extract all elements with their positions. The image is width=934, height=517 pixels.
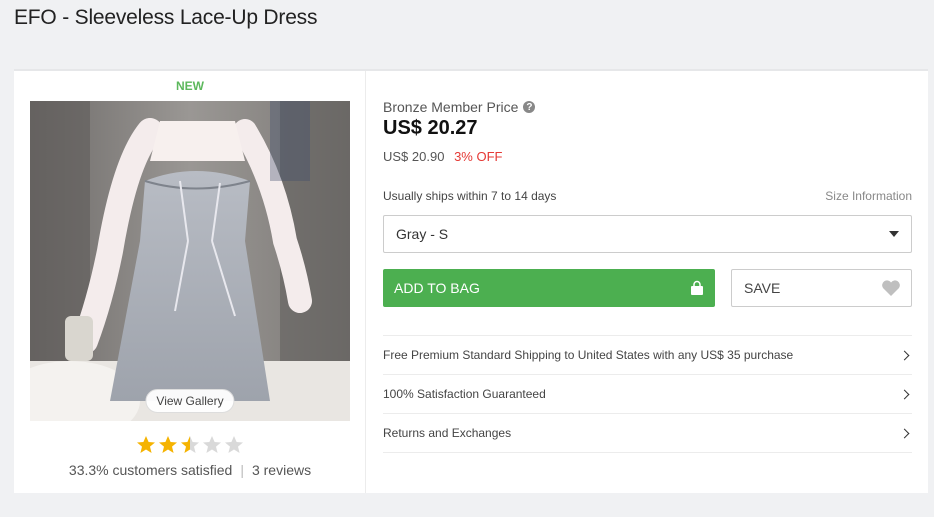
product-photo[interactable]: View Gallery bbox=[30, 101, 350, 421]
product-card: NEW View Gallery 33.3% customers satisfi… bbox=[14, 69, 928, 493]
star-icon bbox=[203, 436, 221, 453]
caret-down-icon bbox=[889, 231, 899, 237]
separator: | bbox=[240, 462, 244, 478]
info-row-shipping[interactable]: Free Premium Standard Shipping to United… bbox=[383, 336, 912, 375]
info-row-satisfaction[interactable]: 100% Satisfaction Guaranteed bbox=[383, 375, 912, 414]
ship-note: Usually ships within 7 to 14 days bbox=[383, 189, 557, 203]
product-details: Bronze Member Price ? US$ 20.27 US$ 20.9… bbox=[383, 71, 912, 493]
original-price: US$ 20.90 bbox=[383, 149, 445, 164]
save-button[interactable]: SAVE bbox=[731, 269, 912, 307]
view-gallery-button[interactable]: View Gallery bbox=[145, 389, 235, 413]
reviews-link[interactable]: 3 reviews bbox=[252, 462, 311, 478]
rating-summary: 33.3% customers satisfied | 3 reviews bbox=[14, 462, 366, 478]
shopping-bag-icon bbox=[691, 280, 703, 295]
variant-select[interactable]: Gray - S bbox=[383, 215, 912, 253]
member-price-label: Bronze Member Price ? bbox=[383, 99, 536, 115]
member-price-text: Bronze Member Price bbox=[383, 99, 519, 115]
star-icon bbox=[181, 436, 199, 453]
add-to-bag-label: ADD TO BAG bbox=[394, 280, 480, 296]
discount-badge: 3% OFF bbox=[454, 149, 503, 164]
product-media: NEW View Gallery 33.3% customers satisfi… bbox=[14, 71, 366, 493]
star-icon bbox=[137, 436, 155, 453]
size-information-link[interactable]: Size Information bbox=[825, 189, 912, 203]
chevron-right-icon bbox=[899, 350, 910, 360]
add-to-bag-button[interactable]: ADD TO BAG bbox=[383, 269, 715, 307]
satisfaction-text: 33.3% customers satisfied bbox=[68, 462, 233, 478]
star-icon bbox=[225, 436, 243, 453]
chevron-right-icon bbox=[899, 389, 910, 399]
save-label: SAVE bbox=[744, 280, 781, 296]
new-badge: NEW bbox=[176, 79, 204, 93]
page-title: EFO - Sleeveless Lace-Up Dress bbox=[14, 6, 318, 29]
dress-photo-illustration bbox=[30, 101, 350, 421]
member-price: US$ 20.27 bbox=[383, 117, 478, 139]
heart-icon bbox=[882, 280, 900, 296]
chevron-right-icon bbox=[899, 428, 910, 438]
info-row-returns[interactable]: Returns and Exchanges bbox=[383, 414, 912, 453]
star-icon bbox=[159, 436, 177, 453]
original-price-line: US$ 20.90 3% OFF bbox=[383, 149, 502, 164]
question-circle-icon[interactable]: ? bbox=[523, 101, 536, 113]
info-list: Free Premium Standard Shipping to United… bbox=[383, 335, 912, 453]
info-row-label: Returns and Exchanges bbox=[383, 426, 512, 440]
info-row-label: Free Premium Standard Shipping to United… bbox=[383, 348, 794, 362]
info-row-label: 100% Satisfaction Guaranteed bbox=[383, 387, 546, 401]
rating-stars bbox=[14, 435, 366, 460]
variant-selected: Gray - S bbox=[396, 226, 449, 242]
